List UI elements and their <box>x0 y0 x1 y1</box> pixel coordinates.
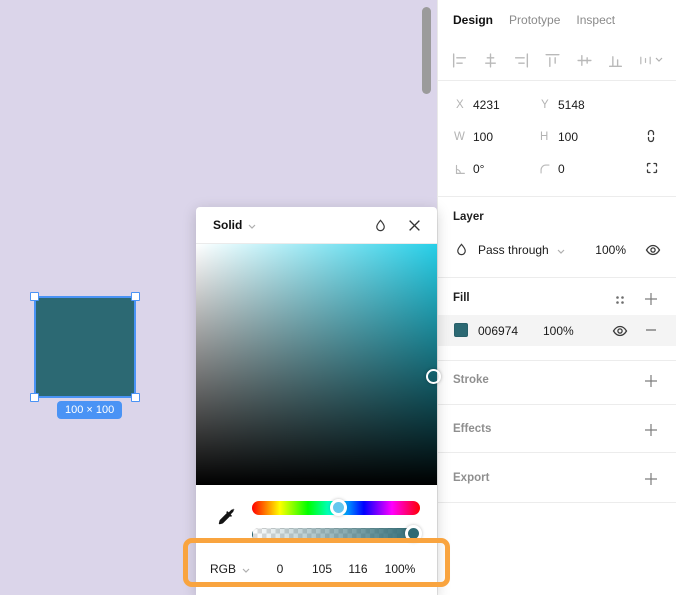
panel-tabs: Design Prototype Inspect <box>453 0 615 40</box>
frame-corners-icon[interactable] <box>644 160 660 176</box>
alpha-value-input[interactable]: 100% <box>380 562 420 576</box>
add-fill-button[interactable] <box>644 292 658 306</box>
red-value-input[interactable]: 0 <box>260 562 300 576</box>
chevron-down-icon[interactable] <box>557 249 565 255</box>
align-bottom-icon[interactable] <box>607 52 624 69</box>
layer-section-title: Layer <box>453 211 484 223</box>
corner-radius-icon <box>538 162 552 176</box>
effects-section-title: Effects <box>453 423 492 435</box>
height-label: H <box>540 131 549 143</box>
width-label: W <box>454 131 465 143</box>
color-values-row: RGB 0 105 116 100% <box>196 556 437 586</box>
selection-handle-bottom-right[interactable] <box>131 393 140 402</box>
selected-rectangle[interactable] <box>30 292 140 402</box>
blend-droplet-icon <box>454 242 469 257</box>
add-stroke-button[interactable] <box>644 374 658 388</box>
export-section-title: Export <box>453 472 490 484</box>
hue-handle[interactable] <box>330 499 347 516</box>
alignment-toolbar <box>438 40 676 80</box>
tab-design[interactable]: Design <box>453 13 493 27</box>
opacity-slider[interactable] <box>252 528 420 541</box>
align-left-icon[interactable] <box>451 52 468 69</box>
eye-icon[interactable] <box>645 242 661 258</box>
inspector-panel: Design Prototype Inspect X 4231 Y 5148 W… <box>437 0 676 595</box>
green-value-input[interactable]: 105 <box>302 562 342 576</box>
divider <box>438 502 676 503</box>
blend-droplet-icon[interactable] <box>373 218 388 233</box>
color-picker-header: Solid <box>196 207 437 244</box>
selection-handle-top-right[interactable] <box>131 292 140 301</box>
saturation-value-area[interactable] <box>196 244 437 485</box>
x-label: X <box>456 99 464 111</box>
rotation-input[interactable]: 0° <box>473 162 484 176</box>
divider <box>438 404 676 405</box>
fill-section-title: Fill <box>453 292 470 304</box>
corner-radius-input[interactable]: 0 <box>558 162 565 176</box>
chevron-down-icon <box>655 57 663 62</box>
blue-value-input[interactable]: 116 <box>338 562 378 576</box>
divider <box>438 196 676 197</box>
eyedropper-icon[interactable] <box>216 507 238 529</box>
selection-handle-top-left[interactable] <box>30 292 39 301</box>
stroke-section-title: Stroke <box>453 374 489 386</box>
fill-hex-input[interactable]: 006974 <box>478 324 518 338</box>
close-icon[interactable] <box>408 219 421 232</box>
width-input[interactable]: 100 <box>473 130 493 144</box>
canvas-scrollbar[interactable] <box>422 7 431 94</box>
fill-opacity-input[interactable]: 100% <box>543 324 574 338</box>
add-export-button[interactable] <box>644 472 658 486</box>
align-top-icon[interactable] <box>544 52 561 69</box>
color-picker-dialog: Solid RGB 0 105 116 100% <box>196 207 441 595</box>
y-input[interactable]: 5148 <box>558 98 585 112</box>
add-effect-button[interactable] <box>644 423 658 437</box>
eye-icon[interactable] <box>612 323 628 339</box>
align-right-icon[interactable] <box>513 52 530 69</box>
divider <box>438 277 676 278</box>
tab-prototype[interactable]: Prototype <box>509 13 560 27</box>
rotation-angle-icon <box>453 162 467 176</box>
divider <box>438 80 676 81</box>
divider <box>438 360 676 361</box>
opacity-handle[interactable] <box>405 525 422 542</box>
selection-handle-bottom-left[interactable] <box>30 393 39 402</box>
height-input[interactable]: 100 <box>558 130 578 144</box>
tab-inspect[interactable]: Inspect <box>576 13 615 27</box>
fill-color-swatch[interactable] <box>454 323 468 337</box>
styles-dots-icon[interactable] <box>614 294 626 306</box>
x-input[interactable]: 4231 <box>473 98 500 112</box>
blend-mode-dropdown[interactable]: Pass through <box>478 243 549 257</box>
align-horizontal-center-icon[interactable] <box>482 52 499 69</box>
constrain-proportions-icon[interactable] <box>643 128 659 144</box>
chevron-down-icon[interactable] <box>242 568 250 574</box>
chevron-down-icon[interactable] <box>248 224 256 230</box>
y-label: Y <box>541 99 549 111</box>
saturation-value-handle[interactable] <box>426 369 441 384</box>
divider <box>438 452 676 453</box>
paint-type-dropdown[interactable]: Solid <box>213 218 242 232</box>
size-badge: 100 × 100 <box>57 401 123 419</box>
distribute-spacing-icon[interactable] <box>638 53 663 68</box>
color-mode-dropdown[interactable]: RGB <box>210 562 236 576</box>
align-vertical-center-icon[interactable] <box>576 52 593 69</box>
remove-fill-button[interactable] <box>645 328 657 332</box>
layer-opacity-input[interactable]: 100% <box>588 243 626 257</box>
